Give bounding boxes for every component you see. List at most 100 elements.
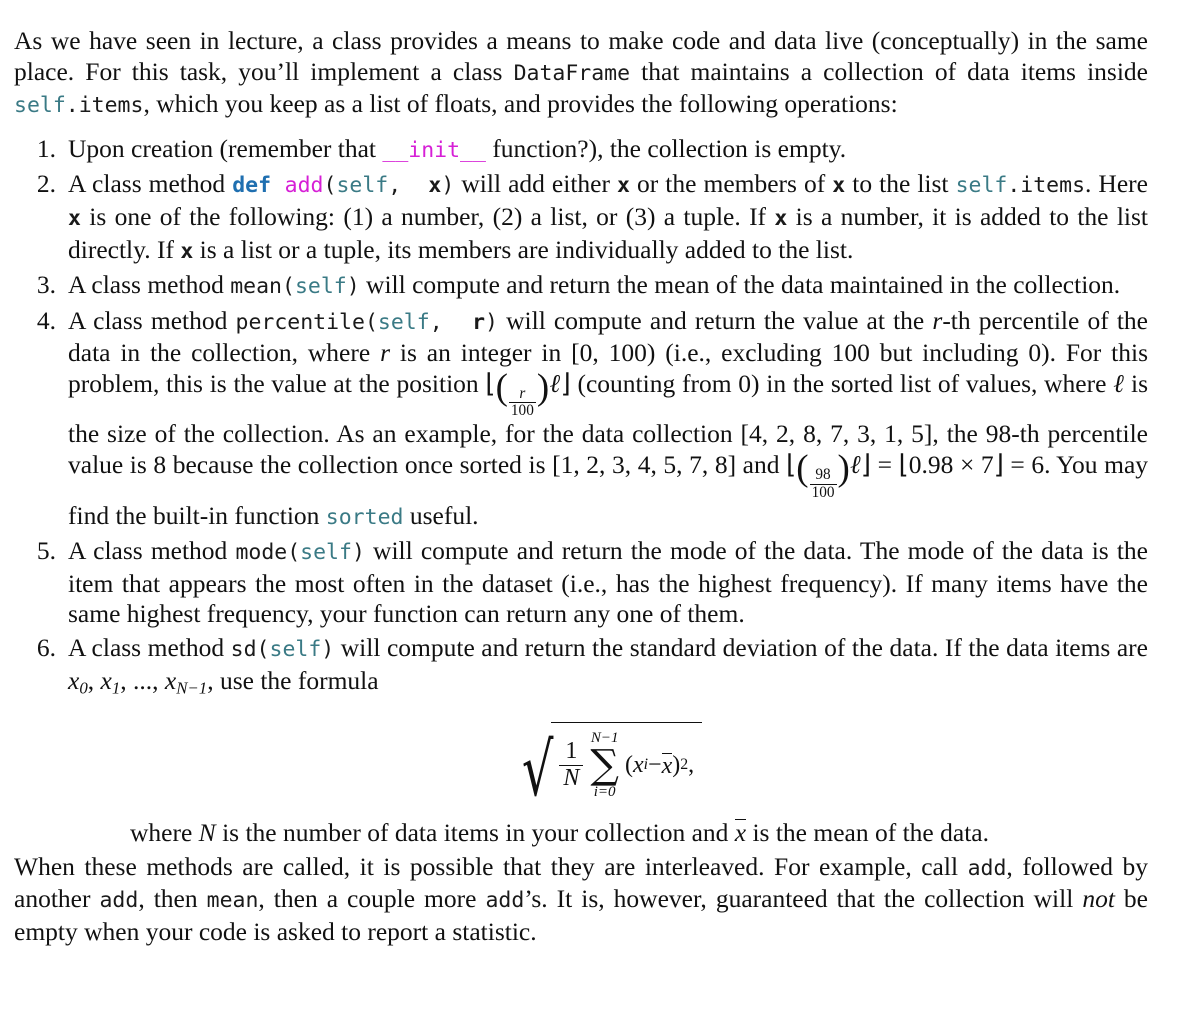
code-init-dunder: __init__ xyxy=(382,137,486,163)
math-var-x1: x xyxy=(100,665,112,695)
code-self-param-1: self xyxy=(336,173,389,199)
fraction-numerator-2: 98 xyxy=(815,466,831,484)
math-var-x0: x xyxy=(68,665,80,695)
summation-operator: N−1 ∑ i=0 xyxy=(590,730,619,800)
formula-paren-close: ) xyxy=(672,751,681,778)
code-sd-method: sd xyxy=(230,636,257,662)
list-item-1: Upon creation (remember that __init__ fu… xyxy=(14,134,1148,167)
code-mode-method: mode xyxy=(235,540,288,566)
code-comma-4: , xyxy=(429,309,473,335)
item4-text-a: A class method xyxy=(68,305,236,335)
code-paren-open-3: ( xyxy=(281,274,295,300)
math-sub-1: 1 xyxy=(111,678,121,698)
list-item-4-content: A class method percentile(self, r) will … xyxy=(68,306,1148,533)
item4-text-e: (counting from 0) in the sorted list of … xyxy=(570,368,1114,398)
code-mean-method: mean xyxy=(230,274,282,300)
floor-bracket-close-1: ⌋ xyxy=(560,368,571,399)
code-paren-open-4: ( xyxy=(364,309,378,335)
list-item-3-content: A class method mean(self) will compute a… xyxy=(68,270,1148,303)
item3-text-a: A class method xyxy=(68,270,231,300)
sigma-icon: ∑ xyxy=(590,741,619,788)
code-paren-open-6: ( xyxy=(256,636,270,662)
list-item-5-content: A class method mode(self) will compute a… xyxy=(68,536,1148,630)
standard-deviation-formula: √ 1 N N−1 ∑ i=0(x i − x) 2, xyxy=(68,721,1148,814)
item6-text-a: A class method xyxy=(68,632,231,662)
formula-exponent: 2 xyxy=(680,755,689,773)
list-item-4: A class method percentile(self, r) will … xyxy=(14,306,1148,533)
floor-bracket-close-2: ⌋ xyxy=(860,450,872,481)
item2-text-a: A class method xyxy=(68,169,233,199)
math-var-r-2: r xyxy=(380,338,391,368)
list-item-6-content: A class method sd(self) will compute and… xyxy=(68,633,1148,704)
paren-close-math-2: ) xyxy=(837,447,850,489)
item5-text-a: A class method xyxy=(68,536,236,566)
summation-lower-limit: i=0 xyxy=(593,783,616,800)
code-paren-open-1: ( xyxy=(323,173,337,199)
code-x-ref-2: x xyxy=(617,173,630,199)
formula-frac-numerator: 1 xyxy=(565,737,578,764)
code-x-ref-6: x xyxy=(180,238,194,264)
fraction-denominator-2: 100 xyxy=(809,483,837,501)
code-sorted-builtin: sorted xyxy=(325,504,404,530)
intro-text-c: , which you keep as a list of floats, an… xyxy=(143,89,898,119)
paren-open-math-1: ( xyxy=(495,366,508,408)
code-add-ref-1: add xyxy=(967,855,1007,881)
code-self-param-6: self xyxy=(269,636,322,662)
closing-text-a: When these methods are called, it is pos… xyxy=(14,851,968,881)
item6-sep-2: , ..., xyxy=(120,665,165,695)
item4-text-g: = xyxy=(871,450,899,480)
document-page: As we have seen in lecture, a class prov… xyxy=(0,0,1200,1026)
code-add-ref-2: add xyxy=(99,888,139,914)
formula-where-clause: where N is the number of data items in y… xyxy=(68,818,1148,849)
code-x-ref-4: x xyxy=(68,205,81,231)
code-paren-close-4: ) xyxy=(485,309,498,335)
math-ell-1: ℓ xyxy=(549,368,561,399)
code-self-token: self xyxy=(14,93,66,119)
code-x-ref-5: x xyxy=(774,205,788,231)
math-var-N: N xyxy=(198,817,216,847)
floor-bracket-open-1: ⌊ xyxy=(485,368,496,399)
math-sub-N: N−1 xyxy=(176,678,208,698)
code-x-param-1: x xyxy=(428,173,442,199)
math-sub-0: 0 xyxy=(79,678,88,698)
item2-text-c: or the members of xyxy=(629,169,833,199)
code-self-param-5: self xyxy=(300,540,352,566)
math-xbar-inline: x xyxy=(734,817,747,847)
math-ell-3: ℓ xyxy=(849,450,861,481)
list-item-3: A class method mean(self) will compute a… xyxy=(14,270,1148,303)
fraction-r-over-100: r 100 xyxy=(508,385,536,419)
math-var-r: r xyxy=(932,305,943,335)
item6-text-c: , use the formula xyxy=(207,665,379,695)
list-item-5: A class method mode(self) will compute a… xyxy=(14,536,1148,630)
item1-text-b: function?), the collection is empty. xyxy=(485,133,847,163)
where-text-c: is the mean of the data. xyxy=(746,817,989,847)
emphasis-not: not xyxy=(1082,884,1115,914)
floor-expression-value: 0.98 × 7 xyxy=(908,450,994,480)
item6-sep-1: , xyxy=(87,665,101,695)
formula-frac-denominator: N xyxy=(559,764,584,792)
radical-sign-icon: √ xyxy=(521,726,554,814)
floor-bracket-open-2: ⌊ xyxy=(786,450,797,481)
item2-text-b: will add either xyxy=(454,169,618,199)
code-items-attr-2: .items xyxy=(1007,173,1086,199)
code-x-ref-3: x xyxy=(832,173,846,199)
list-item-2: A class method def add(self, x) will add… xyxy=(14,169,1148,267)
code-paren-close-1: ) xyxy=(441,173,455,199)
list-item-2-content: A class method def add(self, x) will add… xyxy=(68,169,1148,267)
item4-text-j: useful. xyxy=(403,500,479,530)
code-paren-open-5: ( xyxy=(287,540,301,566)
list-item-6: A class method sd(self) will compute and… xyxy=(14,633,1148,849)
fraction-numerator: r xyxy=(519,385,526,403)
where-text-a: where xyxy=(130,817,199,847)
code-mean-ref: mean xyxy=(206,888,259,914)
fraction-1-over-N: 1N xyxy=(559,737,584,792)
where-text-b: is the number of data items in your coll… xyxy=(215,817,735,847)
code-def-keyword: def xyxy=(232,173,272,199)
closing-text-c: , then xyxy=(138,884,207,914)
item6-text-b: will compute and return the standard dev… xyxy=(334,632,1148,662)
code-self-token-2: self xyxy=(955,173,1008,199)
math-ell-2: ℓ xyxy=(1113,368,1125,399)
code-add-function: add xyxy=(284,173,324,199)
radicand-content: 1 N N−1 ∑ i=0(x i − x) 2, xyxy=(551,721,703,802)
code-paren-close-3: ) xyxy=(346,274,360,300)
